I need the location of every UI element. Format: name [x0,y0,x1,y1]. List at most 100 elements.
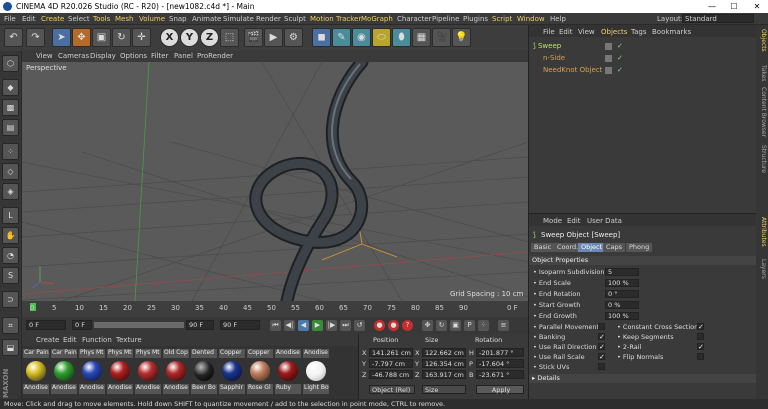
objects-menu-view[interactable]: View [578,28,595,36]
size-x-field[interactable]: 122.662 cm [422,348,466,357]
point-level-key-icon[interactable]: ⁘ [478,320,489,331]
param-key-icon[interactable]: P [464,320,475,331]
recent-tool-icon[interactable]: ✛ [132,28,151,47]
points-mode-icon[interactable]: ⁘ [2,143,19,160]
current-frame-field[interactable]: 0 F [26,320,66,330]
redo-button[interactable]: ↷ [26,28,45,47]
position-x-field[interactable]: 141.261 cm [369,348,413,357]
objects-menu-objects[interactable]: Objects [601,28,627,36]
use-rail-scale-checkbox[interactable]: ✓ [598,353,605,361]
interpolation-icon[interactable]: ≡ [498,320,509,331]
menu-pipeline[interactable]: Pipeline [432,15,459,23]
position-key-icon[interactable]: ✥ [422,320,433,331]
size-mode-select[interactable]: Size [422,385,466,394]
make-editable-icon[interactable]: ⬡ [2,55,19,72]
end-frame-field[interactable]: 90 F [186,320,214,330]
subdivision-surface-icon[interactable]: ◉ [352,28,371,47]
keep-segments-checkbox[interactable] [697,333,704,340]
enable-check-icon[interactable]: ✓ [617,66,623,74]
goto-start-icon[interactable]: ⏮ [270,320,281,331]
menu-window[interactable]: Window [517,15,545,23]
rotate-tool-icon[interactable]: ↻ [112,28,131,47]
tab-phong[interactable]: Phong [626,243,653,252]
menu-render[interactable]: Render [256,15,281,23]
menu-edit[interactable]: Edit [22,15,36,23]
menu-mesh[interactable]: Mesh [115,15,133,23]
menu-animate[interactable]: Animate [192,15,221,23]
rotation-b-field[interactable]: -23.671 ° [476,370,524,379]
preview-range-slider[interactable] [94,322,184,328]
step-back-icon[interactable]: ◀ [298,320,309,331]
size-z-field[interactable]: 163.917 cm [422,370,466,379]
camera-icon[interactable]: 🎥 [432,28,451,47]
isoparm-subdivision-field[interactable]: 5 [605,268,639,276]
layout-select[interactable]: Standard [682,14,754,23]
render-picture-viewer-icon[interactable]: ▶ [264,28,283,47]
side-tab-layers[interactable]: Layers [757,259,767,279]
x-axis-lock-button[interactable]: X [160,28,179,47]
loop-icon[interactable]: ↺ [354,320,365,331]
coordinate-system-icon[interactable]: ⬚ [220,28,239,47]
menu-snap[interactable]: Snap [169,15,187,23]
viewport-menu-cameras[interactable]: Cameras [58,52,89,60]
scale-key-icon[interactable]: ▣ [450,320,461,331]
layer-icon[interactable] [605,55,612,62]
viewport-menu-view[interactable]: View [36,52,53,60]
live-select-icon[interactable]: ➤ [52,28,71,47]
menu-file[interactable]: File [4,15,16,23]
menu-sculpt[interactable]: Sculpt [284,15,306,23]
menu-mograph[interactable]: MoGraph [361,15,393,23]
edges-mode-icon[interactable]: ◇ [2,163,19,180]
cube-object-icon[interactable]: ◼ [312,28,331,47]
max-frame-field[interactable]: 90 F [220,320,260,330]
workplane-icon[interactable]: ▤ [2,119,19,136]
tab-basic[interactable]: Basic [531,243,555,252]
objects-menu-bookmarks[interactable]: Bookmarks [652,28,691,36]
light-icon[interactable]: 💡 [452,28,471,47]
material-swatch[interactable]: Anodise Ruby [275,349,301,395]
render-view-icon[interactable]: 🎬 [244,28,263,47]
material-swatch[interactable]: Copper Rose Gl [247,349,273,395]
end-scale-field[interactable]: 100 % [605,279,639,287]
scale-tool-icon[interactable]: ▣ [92,28,111,47]
material-swatch[interactable]: Phys Mt Anodise [135,349,161,395]
details-section[interactable]: ▸ Details [529,374,757,383]
previous-key-icon[interactable]: ◀| [284,320,295,331]
record-active-icon[interactable]: ● [374,320,385,331]
menu-plugins[interactable]: Plugins [463,15,488,23]
goto-end-icon[interactable]: ⏭ [340,320,351,331]
stick-uvs-checkbox[interactable] [598,363,605,370]
menu-create[interactable]: Create [41,15,64,23]
objects-menu-tags[interactable]: Tags [631,28,647,36]
polygons-mode-icon[interactable]: ◈ [2,183,19,200]
menu-simulate[interactable]: Simulate [223,15,254,23]
menu-select[interactable]: Select [68,15,90,23]
menu-volume[interactable]: Volume [139,15,165,23]
viewport-menu-filter[interactable]: Filter [151,52,168,60]
rotation-key-icon[interactable]: ↻ [436,320,447,331]
material-swatch[interactable]: Phys Mt Anodise [107,349,133,395]
material-swatch[interactable]: Phys Mt Anodise [79,349,105,395]
material-menu-edit[interactable]: Edit [63,336,77,344]
material-swatch[interactable]: Car Pain Anodise [51,349,77,395]
autokey-icon[interactable]: ● [388,320,399,331]
end-growth-field[interactable]: 100 % [605,312,639,320]
material-swatch[interactable]: Dented Beer Bo [191,349,217,395]
close-button[interactable]: ✕ [746,0,768,13]
planar-workplane-icon[interactable]: ⬓ [2,339,19,356]
material-swatch[interactable]: Anodise Light Bo [303,349,329,395]
material-swatch[interactable]: Car Pain Anodise [23,349,49,395]
use-rail-direction-checkbox[interactable]: ✓ [598,343,605,351]
deformer-icon[interactable]: ⬮ [392,28,411,47]
material-menu-create[interactable]: Create [36,336,59,344]
size-y-field[interactable]: 126.354 cm [422,359,466,368]
viewport-menu-prorender[interactable]: ProRender [197,52,233,60]
side-tab-attributes[interactable]: Attributes [757,217,767,247]
side-tab-content-browser[interactable]: Content Browser [757,87,767,137]
rotation-h-field[interactable]: -201.877 ° [476,348,524,357]
side-tab-structure[interactable]: Structure [757,145,767,173]
menu-tools[interactable]: Tools [93,15,110,23]
objects-menu-edit[interactable]: Edit [559,28,573,36]
tweak-mode-icon[interactable]: ✋ [2,227,19,244]
two-rail-checkbox[interactable]: ✓ [697,343,704,351]
